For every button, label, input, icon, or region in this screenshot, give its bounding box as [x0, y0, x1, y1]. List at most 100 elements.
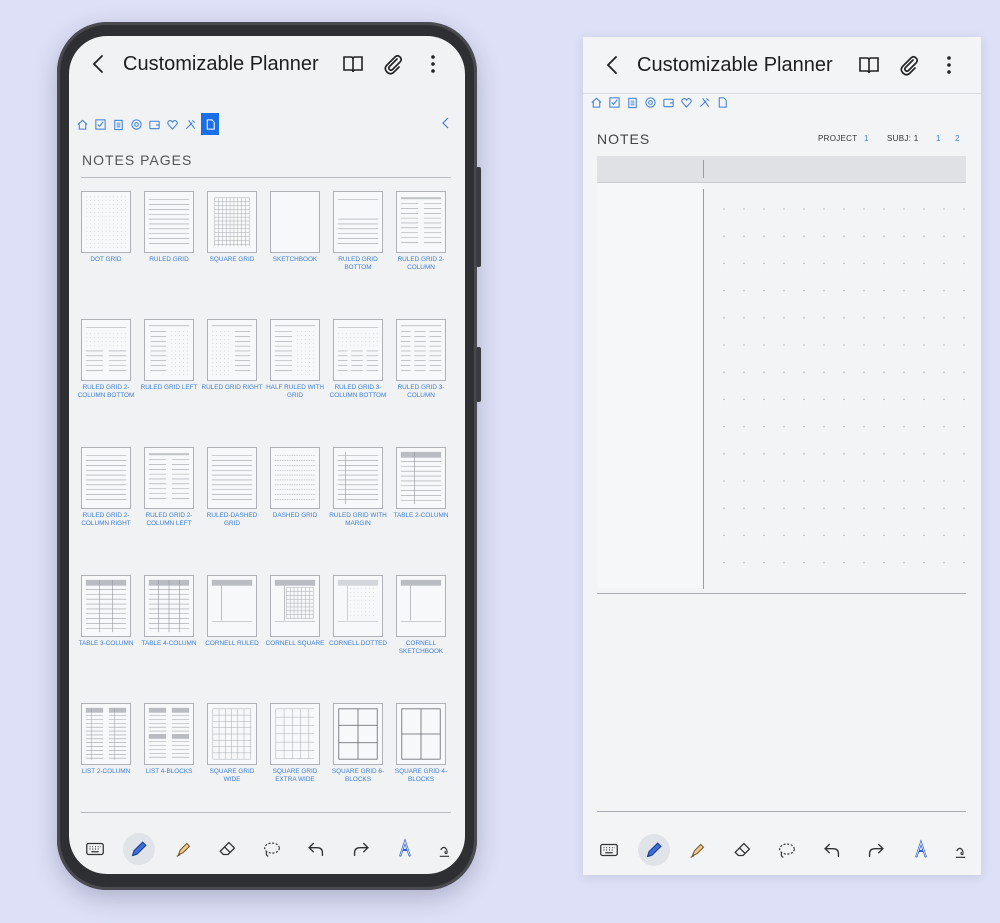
undo-icon[interactable]	[300, 833, 332, 865]
text-recognition-icon[interactable]	[389, 833, 421, 865]
template-label: SQUARE GRID	[209, 256, 255, 263]
template-ruled-grid-2-column-left[interactable]: RULED GRID 2-COLUMN LEFT	[144, 447, 196, 528]
wallet-tab-icon[interactable]	[661, 95, 676, 110]
eraser-icon[interactable]	[727, 834, 759, 866]
handwriting-icon[interactable]	[949, 834, 981, 866]
template-thumbnail	[144, 447, 194, 509]
back-icon[interactable]	[601, 53, 625, 77]
template-cornell-dotted[interactable]: CORNELL DOTTED	[329, 575, 387, 648]
template-ruled-grid-with-margin[interactable]: RULED GRID WITH MARGIN	[329, 447, 387, 528]
template-label: TABLE 2-COLUMN	[393, 512, 449, 519]
notes-header-bar[interactable]	[597, 156, 966, 183]
template-table-3-column[interactable]: TABLE 3-COLUMN	[79, 575, 133, 648]
template-dashed-grid[interactable]: DASHED GRID	[270, 447, 322, 520]
undo-icon[interactable]	[816, 834, 848, 866]
redo-icon[interactable]	[345, 833, 377, 865]
heart-tab-icon[interactable]	[165, 117, 180, 132]
lasso-icon[interactable]	[256, 833, 288, 865]
template-thumbnail	[333, 703, 383, 765]
target-tab-icon[interactable]	[129, 117, 144, 132]
template-label: RULED GRID 2-COLUMN	[397, 256, 445, 271]
template-label: RULED GRID 2-COLUMN RIGHT	[81, 512, 131, 527]
template-dot-grid[interactable]: DOT GRID	[81, 191, 133, 264]
template-thumbnail	[270, 703, 320, 765]
attachment-icon[interactable]	[381, 52, 405, 76]
notes-tab-icon[interactable]	[715, 95, 730, 110]
template-square-grid-6-blocks[interactable]: SQUARE GRID 6-BLOCKS	[332, 703, 385, 784]
template-square-grid-wide[interactable]: SQUARE GRID WIDE	[207, 703, 259, 784]
target-tab-icon[interactable]	[643, 95, 658, 110]
pen-icon[interactable]	[123, 833, 156, 865]
keyboard-icon[interactable]	[79, 833, 111, 865]
template-label: CORNELL DOTTED	[329, 640, 387, 647]
template-ruled-grid-3-column-bottom[interactable]: RULED GRID 3-COLUMN BOTTOM	[330, 319, 386, 400]
notes-tab-icon[interactable]	[201, 113, 219, 135]
text-recognition-icon[interactable]	[905, 834, 937, 866]
lasso-icon[interactable]	[771, 834, 803, 866]
template-cornell-ruled[interactable]: CORNELL RULED	[205, 575, 259, 648]
clipboard-tab-icon[interactable]	[111, 117, 126, 132]
template-table-4-column[interactable]: TABLE 4-COLUMN	[142, 575, 196, 648]
checkbox-tab-icon[interactable]	[93, 117, 108, 132]
wallet-tab-icon[interactable]	[147, 117, 162, 132]
tools-tab-icon[interactable]	[697, 95, 712, 110]
template-table-2-column[interactable]: TABLE 2-COLUMN	[394, 447, 448, 520]
template-ruled-grid-left[interactable]: RULED GRID LEFT	[141, 319, 197, 392]
home-tab-icon[interactable]	[589, 95, 604, 110]
template-ruled-grid-right[interactable]: RULED GRID RIGHT	[201, 319, 263, 392]
template-label: CORNELL RULED	[205, 640, 259, 647]
cue-column[interactable]	[597, 183, 703, 588]
template-ruled-grid-bottom[interactable]: RULED GRID BOTTOM	[333, 191, 385, 272]
volume-button	[476, 167, 481, 267]
template-ruled-grid[interactable]: RULED GRID	[144, 191, 196, 264]
back-icon[interactable]	[87, 52, 111, 76]
template-ruled-grid-3-column[interactable]: RULED GRID 3-COLUMN	[396, 319, 448, 400]
home-tab-icon[interactable]	[75, 117, 90, 132]
divider	[597, 811, 966, 812]
book-icon[interactable]	[857, 53, 881, 77]
handwriting-icon[interactable]	[433, 833, 465, 865]
page-link-2[interactable]: 2	[955, 134, 960, 143]
eraser-icon[interactable]	[212, 833, 244, 865]
keyboard-icon[interactable]	[593, 834, 625, 866]
template-ruled-dashed-grid[interactable]: RULED-DASHED GRID	[207, 447, 259, 528]
template-square-grid-4-blocks[interactable]: SQUARE GRID 4-BLOCKS	[395, 703, 448, 784]
template-thumbnail	[207, 191, 257, 253]
more-options-icon[interactable]	[421, 52, 445, 76]
template-list-2-column[interactable]: LIST 2-COLUMN	[81, 703, 133, 776]
clipboard-tab-icon[interactable]	[625, 95, 640, 110]
template-label: CORNELL SQUARE	[265, 640, 325, 647]
template-square-grid-extra-wide[interactable]: SQUARE GRID EXTRA WIDE	[270, 703, 322, 784]
template-ruled-grid-2-column-bottom[interactable]: RULED GRID 2-COLUMN BOTTOM	[78, 319, 134, 400]
book-icon[interactable]	[341, 52, 365, 76]
template-cornell-square[interactable]: CORNELL SQUARE	[266, 575, 324, 648]
checkbox-tab-icon[interactable]	[607, 95, 622, 110]
template-thumbnail	[207, 575, 257, 637]
project-value[interactable]: 1	[864, 134, 869, 143]
highlighter-icon[interactable]	[682, 834, 714, 866]
attachment-icon[interactable]	[897, 53, 921, 77]
more-options-icon[interactable]	[937, 53, 961, 77]
template-cornell-sketchbook[interactable]: CORNELL SKETCHBOOK	[396, 575, 448, 656]
redo-icon[interactable]	[860, 834, 892, 866]
page-link-1[interactable]: 1	[936, 134, 941, 143]
app-title: Customizable Planner	[637, 53, 833, 76]
template-thumbnail	[270, 191, 320, 253]
divider	[81, 177, 451, 178]
template-list-4-blocks[interactable]: LIST 4-BLOCKS	[144, 703, 196, 776]
tools-tab-icon[interactable]	[183, 117, 198, 132]
pen-icon[interactable]	[637, 834, 670, 866]
template-sketchbook[interactable]: SKETCHBOOK	[270, 191, 322, 264]
collapse-tabs-icon[interactable]	[439, 115, 453, 131]
template-ruled-grid-2-column[interactable]: RULED GRID 2-COLUMN	[396, 191, 448, 272]
heart-tab-icon[interactable]	[679, 95, 694, 110]
template-half-ruled-with-grid[interactable]: HALF RULED WITH GRID	[266, 319, 324, 400]
template-label: SQUARE GRID WIDE	[209, 768, 255, 783]
template-square-grid[interactable]: SQUARE GRID	[207, 191, 259, 264]
notes-page-panel: Customizable Planner NOTES PROJECT 1 SUB…	[583, 37, 981, 875]
app-bar: Customizable Planner	[583, 37, 981, 93]
highlighter-icon[interactable]	[168, 833, 200, 865]
dot-grid-area[interactable]	[713, 197, 967, 577]
template-ruled-grid-2-column-right[interactable]: RULED GRID 2-COLUMN RIGHT	[81, 447, 133, 528]
template-label: RULED GRID BOTTOM	[338, 256, 378, 271]
